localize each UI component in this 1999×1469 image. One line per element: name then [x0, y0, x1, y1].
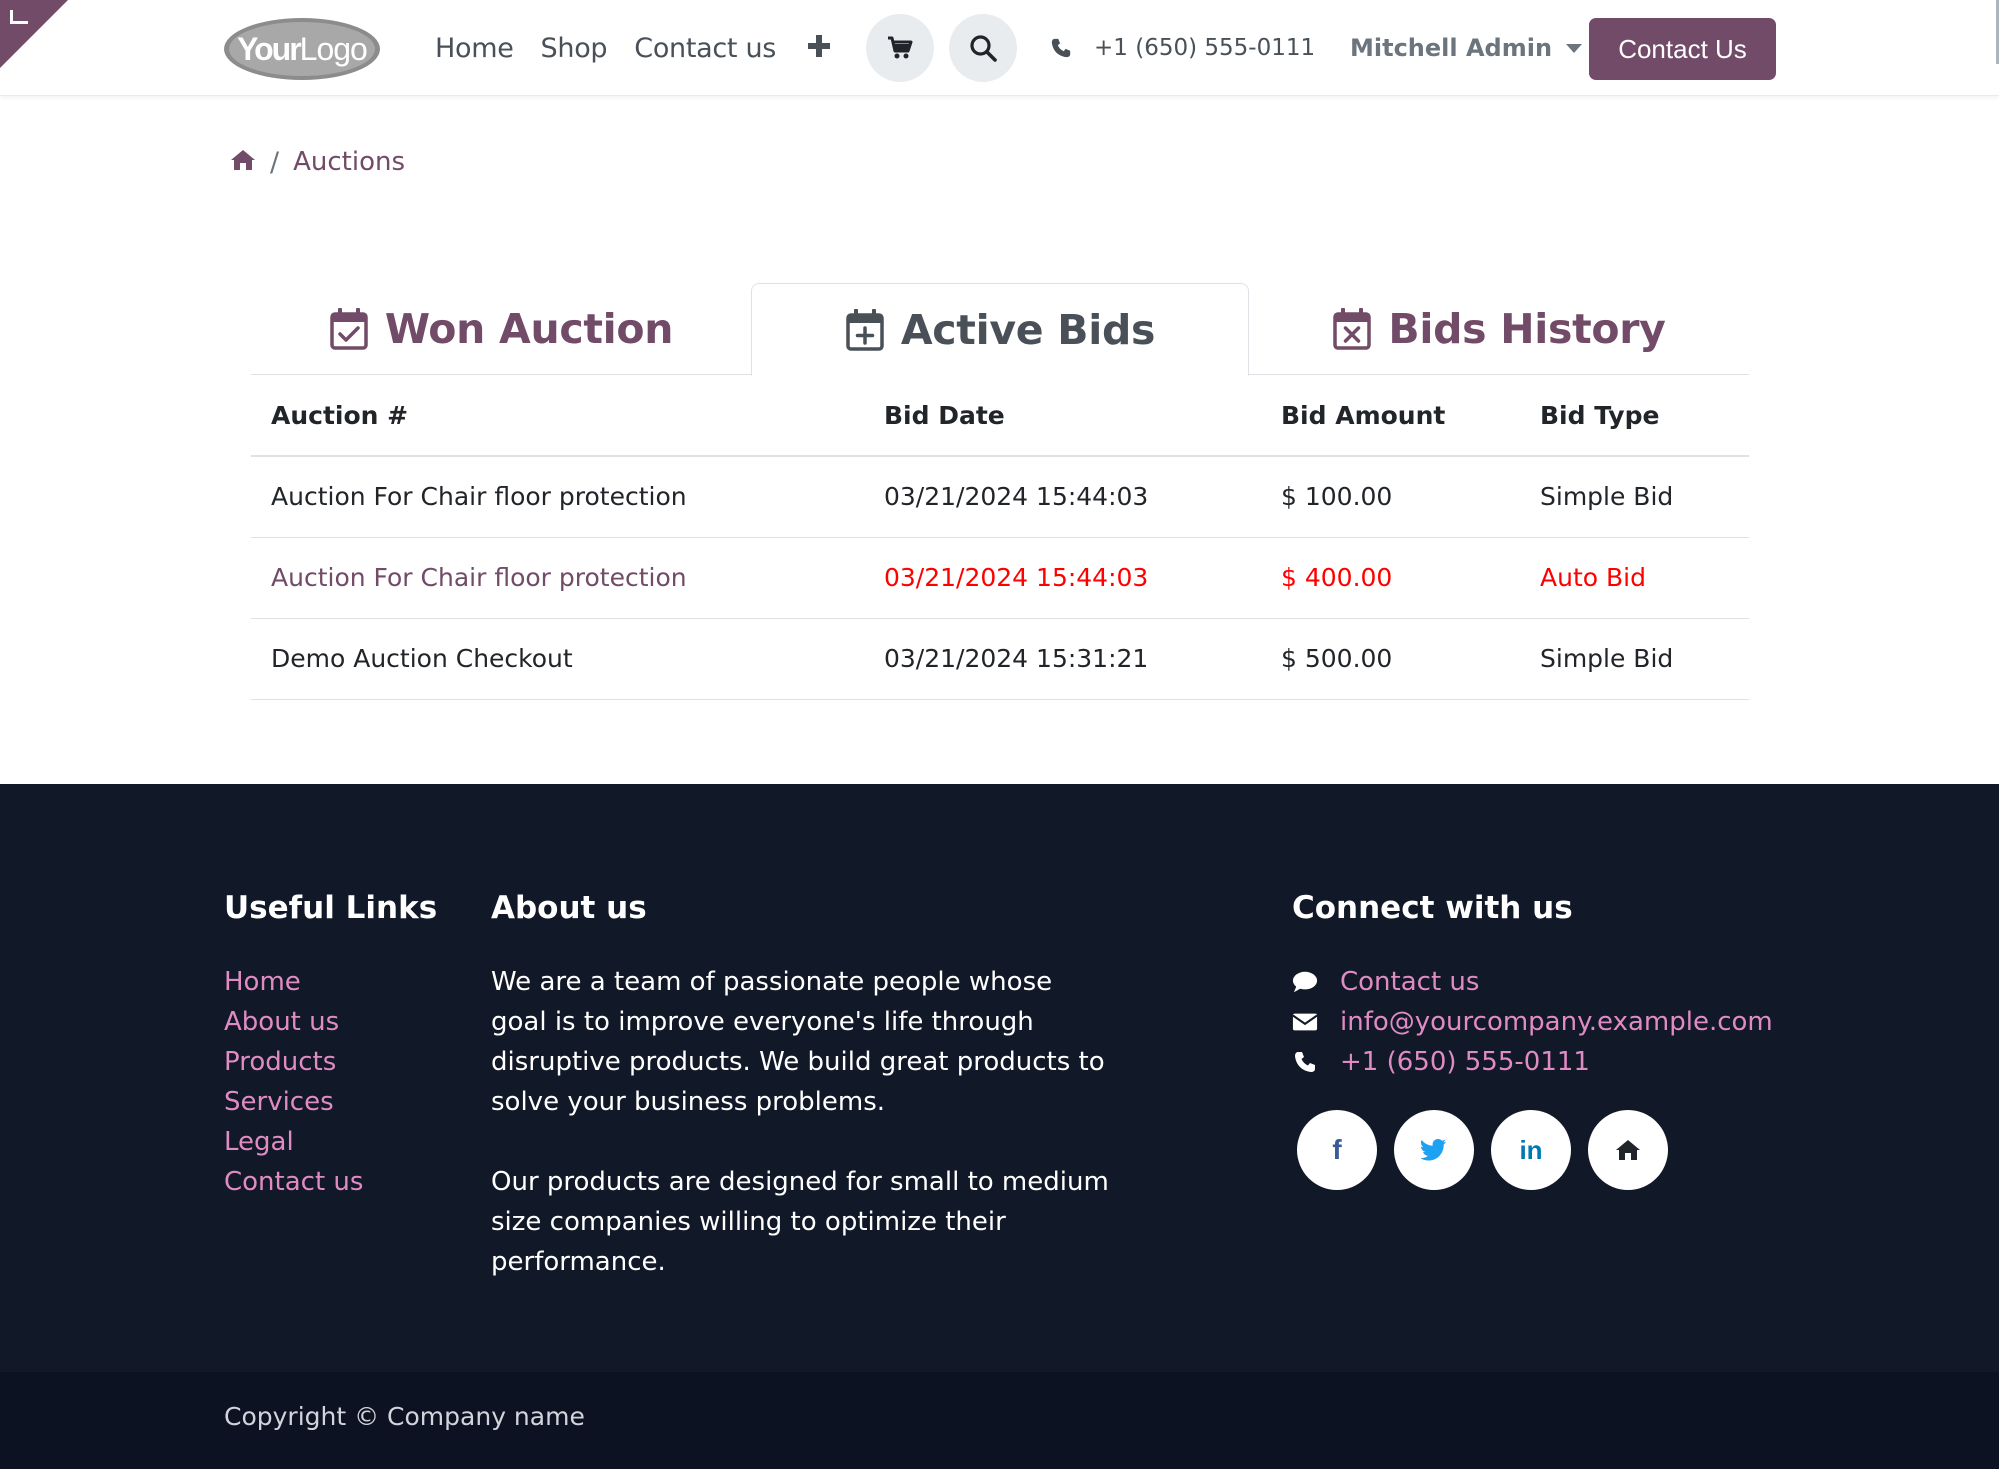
facebook-button[interactable]: f: [1297, 1110, 1377, 1190]
nav-home[interactable]: Home: [435, 33, 514, 64]
social-links: f in: [1297, 1110, 1668, 1190]
about-paragraph: We are a team of passionate people whose…: [491, 967, 1105, 1117]
connect-email[interactable]: info@yourcompany.example.com: [1292, 1002, 1773, 1042]
table-row: Auction For Chair floor protection 03/21…: [251, 537, 1749, 619]
bid-date-cell: 03/21/2024 15:31:21: [884, 618, 1281, 700]
twitter-button[interactable]: [1394, 1110, 1474, 1190]
column-header-bid-date: Bid Date: [884, 375, 1281, 457]
bid-type-cell: Simple Bid: [1540, 456, 1749, 538]
tab-won-auction-label: Won Auction: [384, 305, 674, 353]
site-header: YourLogo Home Shop Contact us +1 (650) 5…: [0, 0, 1999, 96]
svg-text:YourLogo: YourLogo: [237, 31, 367, 67]
breadcrumb-separator: /: [270, 146, 280, 178]
footer-link-legal[interactable]: Legal: [224, 1122, 363, 1162]
connect-contact-us-label[interactable]: Contact us: [1340, 967, 1479, 997]
connect-phone[interactable]: +1 (650) 555-0111: [1292, 1042, 1773, 1082]
chevron-down-icon: [1566, 43, 1583, 53]
tab-bids-history[interactable]: Bids History: [1249, 283, 1749, 375]
phone-icon: [1292, 1049, 1318, 1075]
footer-link-contact-us[interactable]: Contact us: [224, 1162, 363, 1202]
footer-link-services[interactable]: Services: [224, 1082, 363, 1122]
tab-active-bids-label: Active Bids: [900, 305, 1156, 354]
user-menu[interactable]: Mitchell Admin: [1350, 30, 1583, 66]
footer-link-products[interactable]: Products: [224, 1042, 363, 1082]
column-header-auction: Auction #: [251, 375, 884, 457]
twitter-icon: [1421, 1139, 1446, 1161]
contact-us-button[interactable]: Contact Us: [1589, 18, 1776, 80]
search-icon: [970, 35, 997, 62]
tab-bids-history-label: Bids History: [1388, 305, 1666, 353]
plus-icon[interactable]: [807, 31, 831, 66]
bid-type-cell: Auto Bid: [1540, 537, 1749, 619]
connect-contact-us[interactable]: Contact us: [1292, 962, 1773, 1002]
column-header-bid-amount: Bid Amount: [1281, 375, 1540, 457]
calendar-plus-icon: [846, 308, 884, 351]
tab-active-bids[interactable]: Active Bids: [751, 283, 1249, 376]
column-header-bid-type: Bid Type: [1540, 375, 1749, 457]
home-icon: [1616, 1140, 1640, 1160]
breadcrumb-current[interactable]: Auctions: [293, 147, 405, 177]
envelope-icon: [1292, 1009, 1318, 1035]
connect-phone-label[interactable]: +1 (650) 555-0111: [1340, 1047, 1590, 1077]
editor-toggle-icon[interactable]: [10, 10, 28, 24]
linkedin-button[interactable]: in: [1491, 1110, 1571, 1190]
connect-email-label[interactable]: info@yourcompany.example.com: [1340, 1007, 1773, 1037]
linkedin-icon: in: [1519, 1134, 1543, 1165]
website-home-button[interactable]: [1588, 1110, 1668, 1190]
auction-link[interactable]: Auction For Chair floor protection: [251, 537, 884, 619]
useful-links-heading: Useful Links: [224, 890, 438, 926]
breadcrumb: / Auctions: [230, 144, 405, 180]
nav-contact-us[interactable]: Contact us: [634, 33, 776, 64]
calendar-x-icon: [1333, 308, 1372, 350]
auction-link[interactable]: Auction For Chair floor protection: [251, 456, 884, 538]
copyright-text: Copyright © Company name: [224, 1402, 585, 1431]
table-header-row: Auction # Bid Date Bid Amount Bid Type: [251, 375, 1749, 457]
active-bids-table: Auction # Bid Date Bid Amount Bid Type A…: [251, 375, 1749, 700]
connect-list: Contact us info@yourcompany.example.com …: [1292, 962, 1773, 1082]
cart-button[interactable]: [866, 14, 934, 82]
about-us-heading: About us: [491, 890, 647, 926]
phone-icon: [1051, 38, 1071, 58]
bid-amount-cell: $ 500.00: [1281, 618, 1540, 700]
footer-link-home[interactable]: Home: [224, 962, 363, 1002]
facebook-icon: f: [1332, 1134, 1342, 1165]
cart-icon: [888, 36, 913, 59]
calendar-check-icon: [330, 308, 368, 350]
table-row: Demo Auction Checkout 03/21/2024 15:31:2…: [251, 618, 1749, 700]
chat-icon: [1292, 969, 1318, 995]
bid-date-cell: 03/21/2024 15:44:03: [884, 537, 1281, 619]
useful-links-list: Home About us Products Services Legal Co…: [224, 962, 363, 1202]
connect-heading: Connect with us: [1292, 890, 1573, 926]
site-logo[interactable]: YourLogo: [222, 14, 382, 82]
bid-date-cell: 03/21/2024 15:44:03: [884, 456, 1281, 538]
about-paragraph: Our products are designed for small to m…: [491, 1167, 1109, 1277]
footer-link-about-us[interactable]: About us: [224, 1002, 363, 1042]
bid-amount-cell: $ 100.00: [1281, 456, 1540, 538]
home-icon[interactable]: [230, 148, 256, 176]
nav-shop[interactable]: Shop: [541, 33, 608, 64]
main-nav: Home Shop Contact us: [435, 28, 831, 68]
tab-won-auction[interactable]: Won Auction: [251, 283, 751, 375]
bid-type-cell: Simple Bid: [1540, 618, 1749, 700]
about-us-text: We are a team of passionate people whose…: [491, 962, 1111, 1282]
search-button[interactable]: [949, 14, 1017, 82]
bid-tabs: Won Auction Active Bids Bids History: [251, 283, 1749, 376]
bid-amount-cell: $ 400.00: [1281, 537, 1540, 619]
header-phone-number[interactable]: +1 (650) 555-0111: [1094, 35, 1315, 61]
auction-link[interactable]: Demo Auction Checkout: [251, 618, 884, 700]
table-row: Auction For Chair floor protection 03/21…: [251, 456, 1749, 538]
logo-image: YourLogo: [224, 18, 380, 80]
user-name[interactable]: Mitchell Admin: [1350, 34, 1552, 62]
header-phone[interactable]: +1 (650) 555-0111: [1050, 30, 1315, 66]
